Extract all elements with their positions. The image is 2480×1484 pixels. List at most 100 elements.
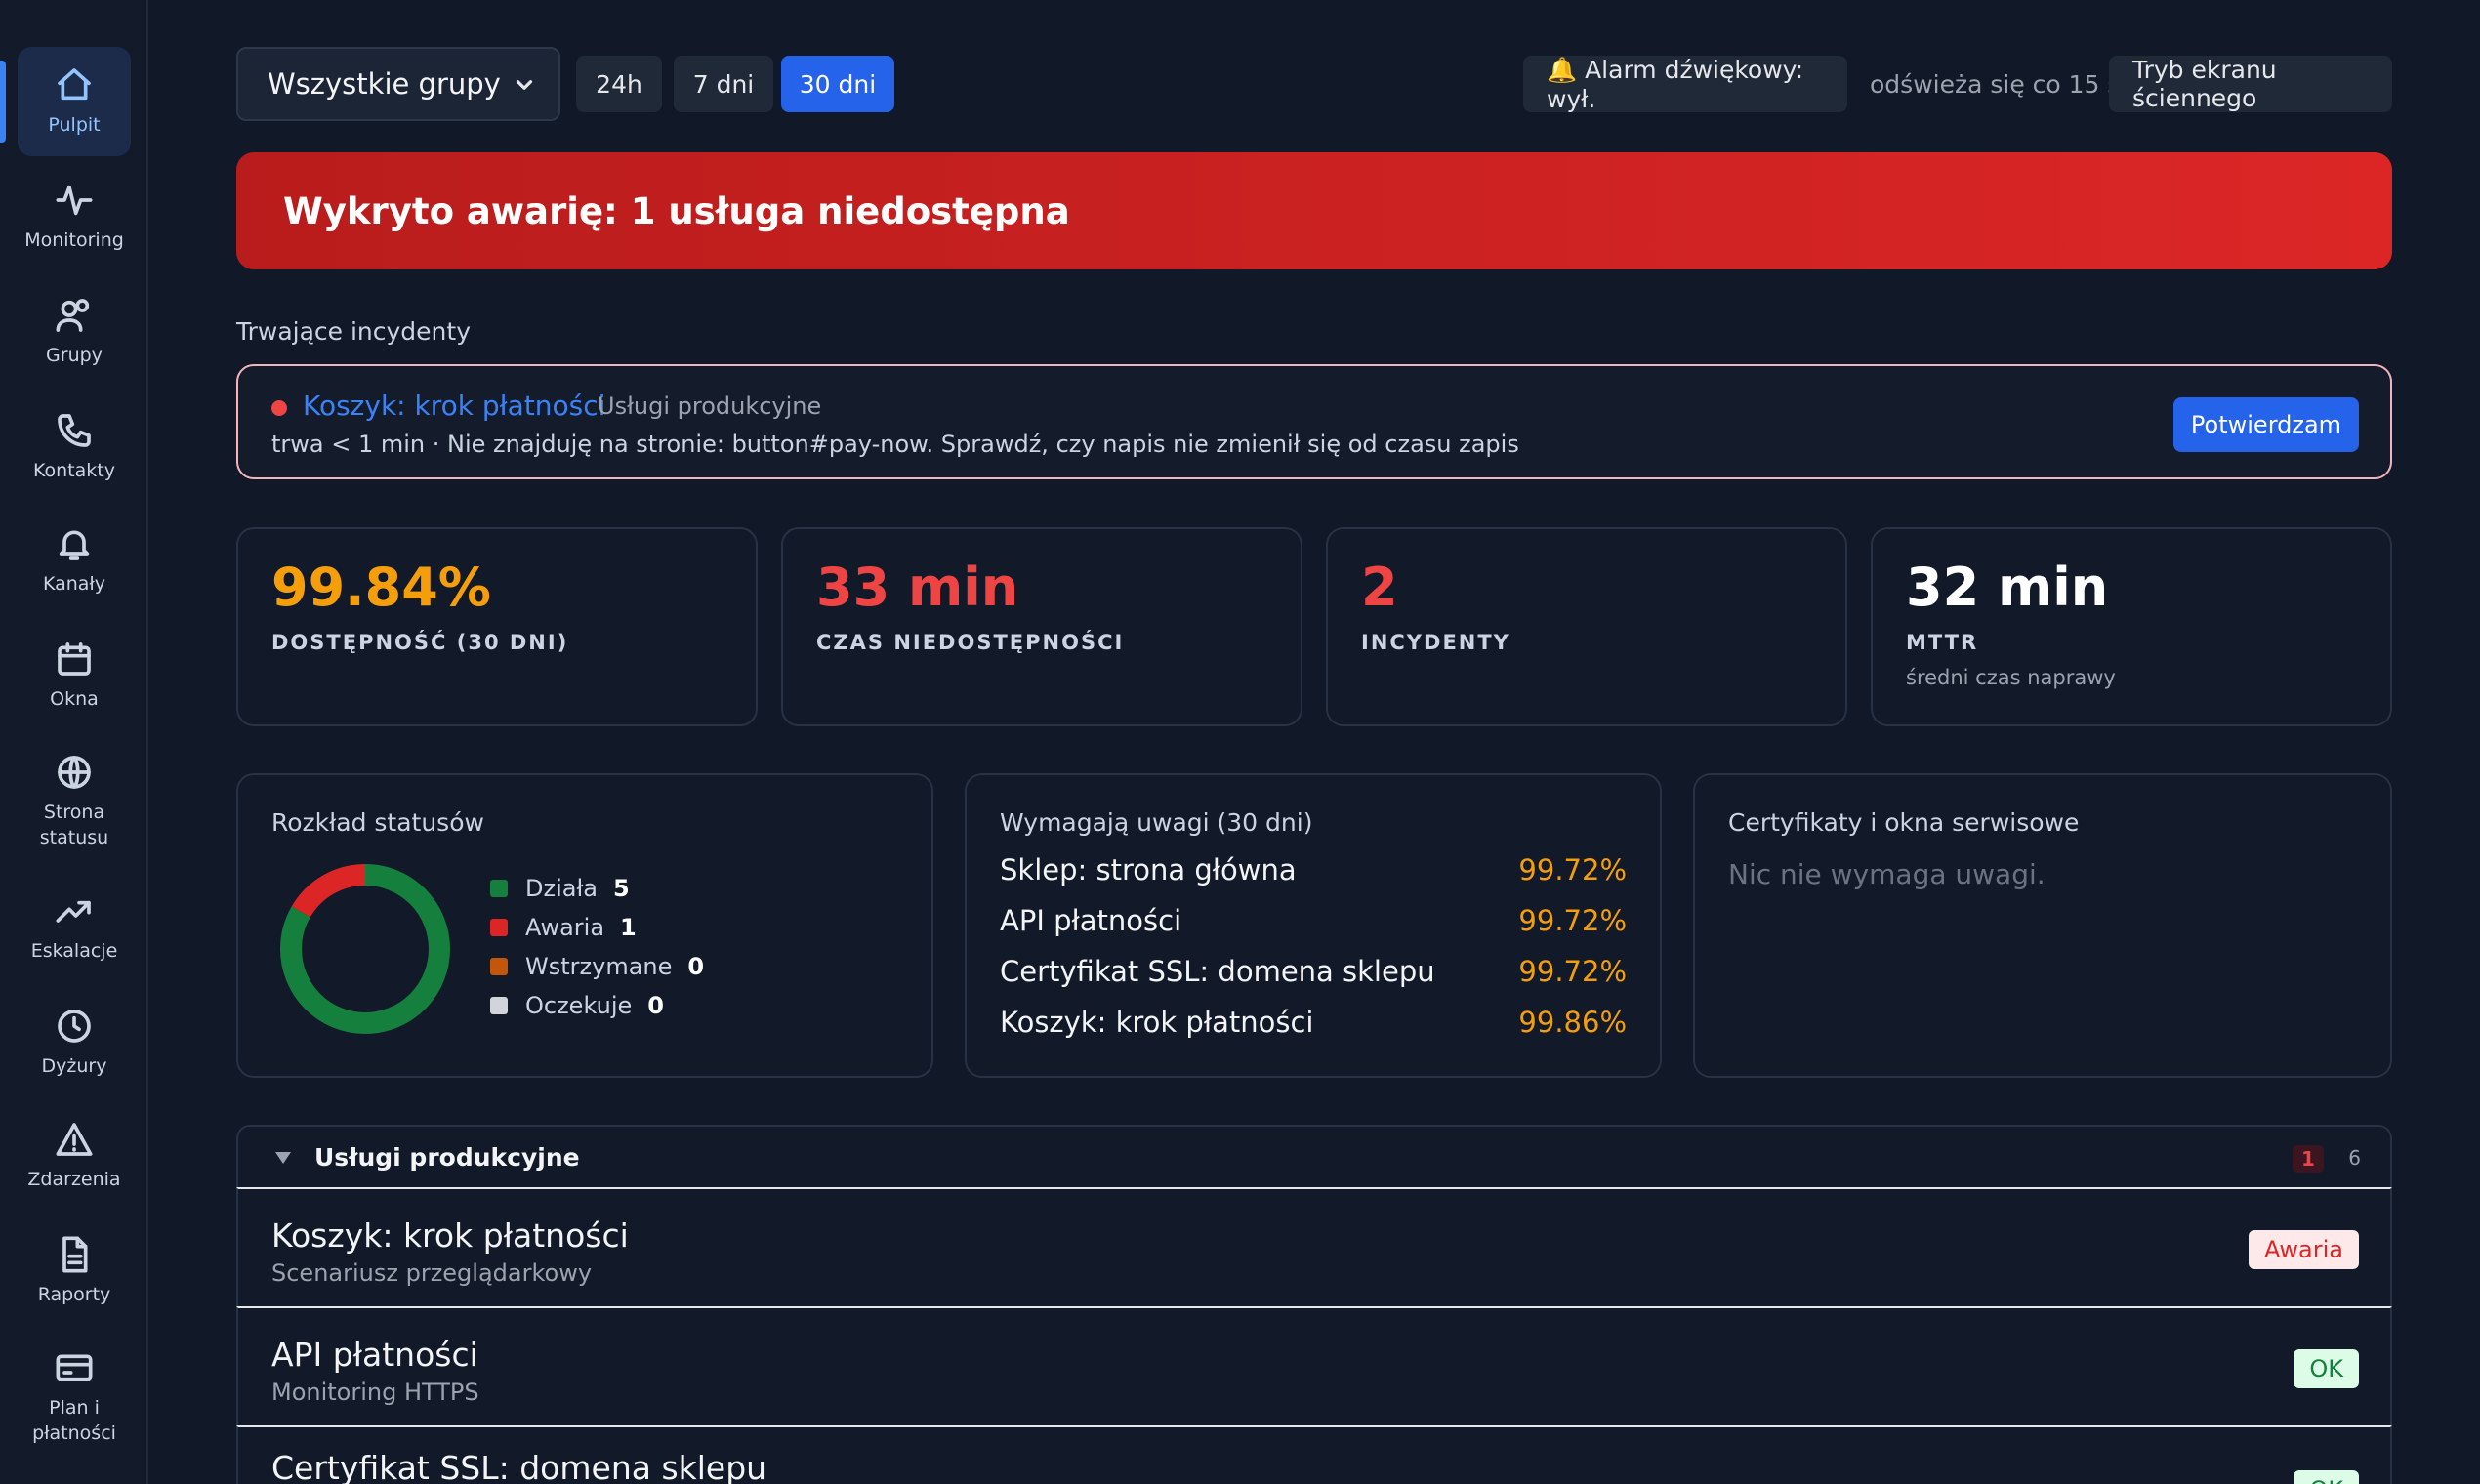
attention-item-pct: 99.72% (1518, 853, 1627, 886)
service-row[interactable]: API płatności Monitoring HTTPS OK (236, 1306, 2392, 1425)
kpi-label: INCYDENTY (1361, 631, 1510, 654)
service-name: API płatności (271, 1336, 478, 1374)
kpi-value: 32 min (1906, 556, 2109, 618)
certificates-panel: Certyfikaty i okna serwisowe Nic nie wym… (1693, 773, 2392, 1078)
kpi-card-incidents: 2 INCYDENTY (1326, 527, 1847, 726)
home-icon (58, 68, 91, 101)
sidebar-item-label: Dyżury (41, 1055, 107, 1077)
alert-triangle-icon (56, 1123, 93, 1156)
range-7d-button[interactable]: 7 dni (674, 56, 773, 112)
sidebar-item-label: Strona statusu (39, 802, 109, 848)
group-select-value: Wszystkie grupy (268, 67, 501, 101)
service-name: Certyfikat SSL: domena sklepu (271, 1449, 767, 1484)
active-indicator (0, 61, 6, 143)
calendar-icon (58, 642, 91, 676)
sidebar-item-label: Raporty (37, 1284, 111, 1305)
panel-title: Certyfikaty i okna serwisowe (1728, 808, 2080, 837)
legend-count: 0 (687, 953, 705, 980)
sidebar-item-raporty[interactable]: Raporty (18, 1222, 131, 1320)
legend-label: Oczekuje (525, 992, 633, 1019)
range-24h-button[interactable]: 24h (576, 56, 662, 112)
acknowledge-button[interactable]: Potwierdzam (2173, 397, 2359, 452)
legend-count: 0 (647, 992, 664, 1019)
total-count: 6 (2348, 1146, 2361, 1170)
service-name: Koszyk: krok płatności (271, 1216, 629, 1255)
attention-item-pct: 99.86% (1518, 1006, 1627, 1039)
service-type: Scenariusz przeglądarkowy (271, 1259, 593, 1287)
legend-swatch (490, 997, 508, 1014)
attention-item[interactable]: API płatności 99.72% (1000, 904, 1627, 937)
range-30d-button[interactable]: 30 dni (781, 56, 894, 112)
sidebar-item-label: Monitoring (24, 229, 124, 251)
attention-item[interactable]: Certyfikat SSL: domena sklepu 99.72% (1000, 955, 1627, 988)
sound-alarm-toggle[interactable]: 🔔 Alarm dźwiękowy: wył. (1523, 56, 1847, 113)
legend-swatch (490, 919, 508, 936)
incident-title-link[interactable]: Koszyk: krok płatności (303, 390, 605, 422)
kpi-label: MTTR (1906, 631, 1979, 654)
attention-item-name: Koszyk: krok płatności (1000, 1006, 1314, 1039)
service-row[interactable]: Certyfikat SSL: domena sklepu OK (236, 1425, 2392, 1484)
service-group-title: Usługi produkcyjne (314, 1143, 580, 1172)
sidebar-item-label: Kanały (42, 573, 106, 595)
kpi-label: CZAS NIEDOSTĘPNOŚCI (816, 631, 1125, 654)
panel-title: Rozkład statusów (271, 808, 484, 837)
sidebar-item-grupy[interactable]: Grupy (18, 283, 131, 381)
attention-item-pct: 99.72% (1518, 955, 1627, 988)
activity-icon (56, 185, 93, 216)
sidebar-item-label: Plan i płatności (32, 1397, 116, 1444)
kpi-value: 2 (1361, 556, 1398, 618)
sidebar-item-label: Okna (50, 688, 99, 710)
sidebar-item-okna[interactable]: Okna (18, 627, 131, 724)
sidebar-item-strona-statusu[interactable]: Strona statusu (18, 742, 131, 861)
attention-item[interactable]: Sklep: strona główna 99.72% (1000, 853, 1627, 886)
sidebar-item-monitoring[interactable]: Monitoring (18, 168, 131, 266)
users-icon (56, 299, 90, 332)
incident-card: Koszyk: krok płatności Usługi produkcyjn… (236, 364, 2392, 479)
panel-title: Wymagają uwagi (30 dni) (1000, 808, 1313, 837)
legend-count: 5 (612, 875, 630, 902)
sidebar-item-eskalacje[interactable]: Eskalacje (18, 879, 131, 976)
legend-count: 1 (620, 914, 637, 941)
incident-description: trwa < 1 min · Nie znajduję na stronie: … (271, 431, 1519, 458)
sidebar-item-pulpit[interactable]: Pulpit (18, 47, 131, 156)
attention-panel: Wymagają uwagi (30 dni) Sklep: strona gł… (965, 773, 1662, 1078)
service-row[interactable]: Koszyk: krok płatności Scenariusz przegl… (236, 1187, 2392, 1306)
kpi-label: DOSTĘPNOŚĆ (30 DNI) (271, 631, 569, 654)
wall-mode-button[interactable]: Tryb ekranu ściennego (2109, 56, 2392, 112)
status-badge: OK (2294, 1470, 2359, 1484)
sidebar-item-zdarzenia[interactable]: Zdarzenia (18, 1107, 131, 1205)
sidebar-item-label: Grupy (46, 345, 103, 366)
kpi-card-downtime: 33 min CZAS NIEDOSTĘPNOŚCI (781, 527, 1302, 726)
down-count-badge: 1 (2293, 1145, 2324, 1173)
collapse-triangle-icon[interactable] (275, 1152, 291, 1164)
kpi-value: 33 min (816, 556, 1019, 618)
alert-text: Wykryto awarię: 1 usługa niedostępna (283, 189, 1070, 232)
globe-icon (58, 756, 91, 789)
file-icon (62, 1236, 88, 1273)
legend-item-up: Działa 5 (490, 875, 630, 902)
sidebar-item-label: Kontakty (33, 460, 115, 481)
sidebar-item-plan[interactable]: Plan i płatności (18, 1338, 131, 1457)
sidebar-item-dyzury[interactable]: Dyżury (18, 994, 131, 1092)
legend-label: Działa (525, 875, 598, 902)
clock-icon (58, 1010, 91, 1043)
sidebar-item-kanaly[interactable]: Kanały (18, 512, 131, 609)
outage-alert-banner: Wykryto awarię: 1 usługa niedostępna (236, 152, 2392, 269)
kpi-sub: średni czas naprawy (1906, 666, 2116, 689)
legend-label: Awaria (525, 914, 605, 941)
sidebar-item-label: Zdarzenia (27, 1169, 121, 1190)
refresh-interval-text: odświeża się co 15 s (1870, 69, 2121, 99)
attention-item-name: Certyfikat SSL: domena sklepu (1000, 955, 1435, 988)
kpi-card-mttr: 32 min MTTR średni czas naprawy (1871, 527, 2392, 726)
group-select[interactable]: Wszystkie grupy (236, 47, 560, 121)
bell-icon (59, 530, 90, 560)
legend-swatch (490, 880, 508, 897)
kpi-value: 99.84% (271, 556, 491, 618)
sidebar-item-kontakty[interactable]: Kontakty (18, 398, 131, 496)
sidebar: Pulpit Monitoring Grupy Kontakty Kanały … (0, 0, 148, 1484)
legend-item-down: Awaria 1 (490, 914, 637, 941)
attention-item[interactable]: Koszyk: krok płatności 99.86% (1000, 1006, 1627, 1039)
status-donut-chart (280, 864, 450, 1034)
legend-label: Wstrzymane (525, 953, 673, 980)
service-group-header[interactable]: Usługi produkcyjne 1 6 (236, 1125, 2392, 1189)
